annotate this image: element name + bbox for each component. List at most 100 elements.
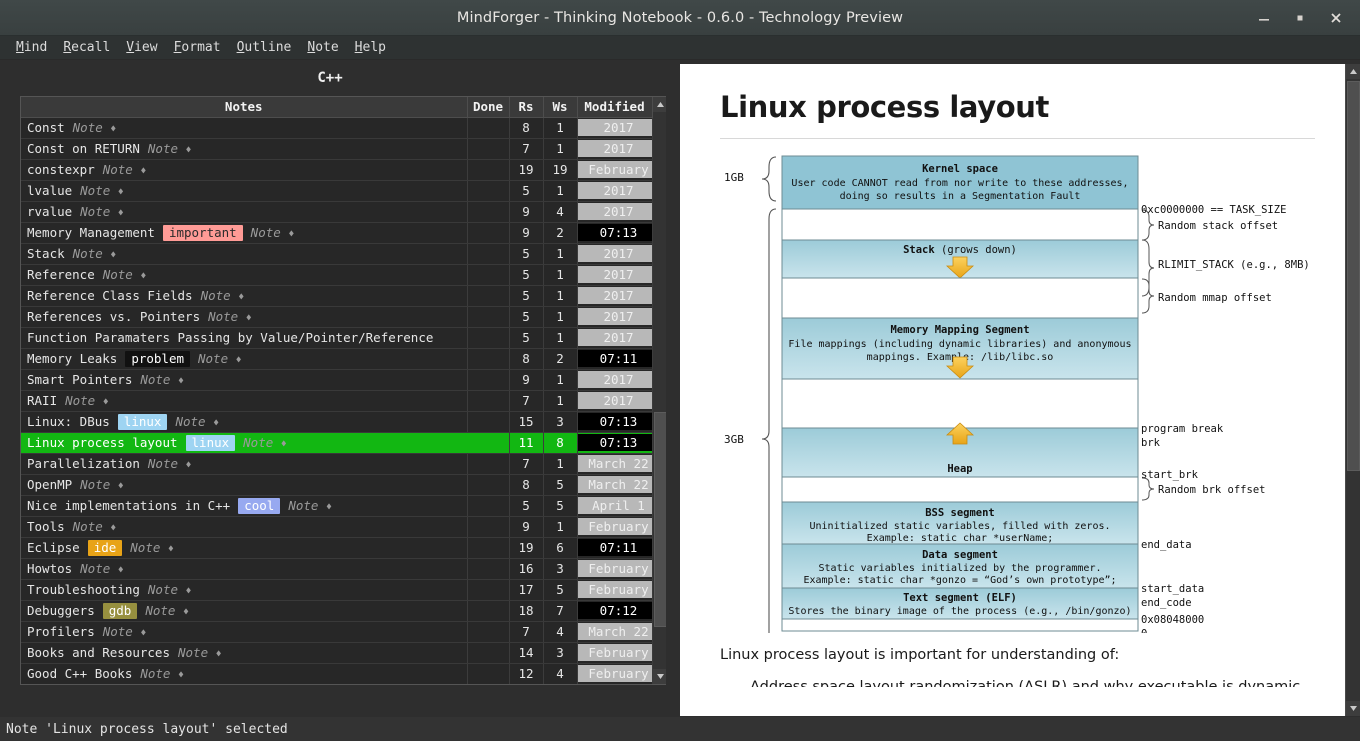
close-button[interactable]	[1318, 1, 1354, 35]
notes-vertical-scrollbar[interactable]	[652, 97, 666, 684]
table-row[interactable]: Smart Pointers Note ♦ 9 1 2017	[21, 369, 653, 391]
table-row[interactable]: Books and Resources Note ♦ 14 3 February	[21, 642, 653, 664]
note-tag: linux	[185, 434, 236, 451]
table-row[interactable]: Linux: DBus linux Note ♦ 15 3 07:13	[21, 411, 653, 433]
table-row[interactable]: Memory Leaks problem Note ♦ 8 2 07:11	[21, 348, 653, 370]
table-row[interactable]: Stack Note ♦ 5 1 2017	[21, 243, 653, 265]
note-done-cell	[467, 159, 510, 181]
note-type-label: Note ♦	[200, 288, 245, 303]
table-row[interactable]: Profilers Note ♦ 7 4 March 22	[21, 621, 653, 643]
note-type-label: Note ♦	[288, 497, 332, 513]
note-name-cell[interactable]: Smart Pointers Note ♦	[21, 369, 468, 391]
note-name-cell[interactable]: constexpr Note ♦	[21, 159, 468, 181]
table-row[interactable]: Offline DocumentationNote ♦44Wednesday	[21, 684, 652, 685]
table-row[interactable]: Memory Management important Note ♦ 9 2 07:13	[21, 222, 653, 244]
note-name-cell[interactable]: Tools Note ♦	[21, 516, 468, 538]
note-name-cell[interactable]: Memory Management important Note ♦	[21, 222, 468, 244]
note-name-cell[interactable]: Linux: DBus linux Note ♦	[21, 411, 468, 433]
menu-format[interactable]: Format	[166, 38, 229, 57]
table-row[interactable]: Good C++ Books Note ♦ 12 4 February	[21, 663, 653, 684]
table-row[interactable]: Const Note ♦ 8 1 2017	[21, 117, 653, 139]
note-vertical-scrollbar[interactable]	[1345, 64, 1360, 716]
maximize-button[interactable]	[1282, 1, 1318, 35]
note-name-cell[interactable]: Memory Leaks problem Note ♦	[21, 348, 468, 370]
column-header-done[interactable]: Done	[467, 97, 510, 118]
note-name-cell[interactable]: Profilers Note ♦	[21, 621, 468, 643]
scroll-up-icon[interactable]	[653, 97, 666, 112]
table-row[interactable]: RAII Note ♦ 7 1 2017	[21, 390, 653, 412]
note-name-cell[interactable]: Troubleshooting Note ♦	[21, 579, 468, 601]
note-scroll-thumb[interactable]	[1346, 81, 1360, 471]
column-header-modified[interactable]: Modified	[577, 97, 653, 118]
menu-note[interactable]: Note	[299, 38, 346, 57]
column-header-ws[interactable]: Ws	[543, 97, 578, 118]
note-tag: important	[162, 224, 243, 241]
note-name-cell[interactable]: References vs. Pointers Note ♦	[21, 306, 468, 328]
note-name-cell[interactable]: Eclipse ide Note ♦	[21, 537, 468, 559]
column-header-notes[interactable]: Notes	[21, 97, 468, 118]
note-writes-cell: 7	[543, 600, 578, 622]
label-start-brk: start_brk	[1141, 469, 1199, 481]
note-name-cell[interactable]: Function Paramaters Passing by Value/Poi…	[21, 327, 468, 349]
note-name-cell[interactable]: Reference Note ♦	[21, 264, 468, 286]
note-name: Debuggers	[27, 602, 95, 618]
table-row[interactable]: OpenMP Note ♦ 8 5 March 22	[21, 474, 653, 496]
table-row[interactable]: References vs. Pointers Note ♦ 5 1 2017	[21, 306, 653, 328]
note-name-cell[interactable]: OpenMP Note ♦	[21, 474, 468, 496]
note-reads-cell: 9	[509, 222, 544, 244]
note-diamond-icon: ♦	[140, 271, 147, 282]
note-type-label: Note ♦	[80, 204, 124, 219]
table-row[interactable]: Tools Note ♦ 9 1 February	[21, 516, 653, 538]
table-row[interactable]: Nice implementations in C++ cool Note ♦ 5 5 A…	[21, 495, 653, 517]
note-name-cell[interactable]: Reference Class Fields Note ♦	[21, 285, 468, 307]
notes-scroll-track[interactable]	[653, 112, 666, 669]
segment-gap-brk-offset	[781, 476, 1139, 503]
column-header-rs[interactable]: Rs	[509, 97, 544, 118]
table-row[interactable]: lvalue Note ♦ 5 1 2017	[21, 180, 653, 202]
table-row[interactable]: Linux process layout linux Note ♦ 11 8 07:13	[21, 432, 653, 454]
menu-outline[interactable]: Outline	[229, 38, 300, 57]
note-name-cell[interactable]: rvalue Note ♦	[21, 201, 468, 223]
note-scroll-down-icon[interactable]	[1345, 701, 1360, 716]
table-row[interactable]: Troubleshooting Note ♦ 17 5 February	[21, 579, 653, 601]
label-zero: 0	[1141, 628, 1147, 633]
note-name-cell[interactable]: Books and Resources Note ♦	[21, 642, 468, 664]
note-name-cell[interactable]: Nice implementations in C++ cool Note ♦	[21, 495, 468, 517]
note-name-cell[interactable]: Offline DocumentationNote ♦	[21, 684, 467, 685]
note-name-cell[interactable]: Howtos Note ♦	[21, 558, 468, 580]
modified-badge: February	[577, 161, 651, 178]
note-scroll-track[interactable]	[1345, 79, 1360, 701]
notes-scroll-thumb[interactable]	[654, 412, 666, 627]
note-done-cell	[467, 621, 510, 643]
menu-help[interactable]: Help	[347, 38, 394, 57]
note-name-cell[interactable]: Const Note ♦	[21, 117, 468, 139]
status-message: Note 'Linux process layout' selected	[6, 721, 288, 737]
note-name-cell[interactable]: Const on RETURN Note ♦	[21, 138, 468, 160]
table-row[interactable]: Function Paramaters Passing by Value/Poi…	[21, 327, 653, 349]
scroll-down-icon[interactable]	[653, 669, 666, 684]
note-name: lvalue	[27, 183, 73, 198]
table-row[interactable]: Parallelization Note ♦ 7 1 March 22	[21, 453, 653, 475]
note-name: Nice implementations in C++	[27, 497, 231, 513]
menu-view[interactable]: View	[118, 38, 165, 57]
table-row[interactable]: Eclipse ide Note ♦ 19 6 07:11	[21, 537, 653, 559]
note-name-cell[interactable]: lvalue Note ♦	[21, 180, 468, 202]
note-name-cell[interactable]: RAII Note ♦	[21, 390, 468, 412]
minimize-button[interactable]	[1246, 1, 1282, 35]
table-row[interactable]: Const on RETURN Note ♦ 7 1 2017	[21, 138, 653, 160]
table-row[interactable]: Reference Class Fields Note ♦ 5 1 2017	[21, 285, 653, 307]
table-row[interactable]: Reference Note ♦ 5 1 2017	[21, 264, 653, 286]
note-name-cell[interactable]: Stack Note ♦	[21, 243, 468, 265]
note-name-cell[interactable]: Parallelization Note ♦	[21, 453, 468, 475]
table-row[interactable]: Debuggers gdb Note ♦ 18 7 07:12	[21, 600, 653, 622]
note-name-cell[interactable]: Linux process layout linux Note ♦	[21, 432, 468, 454]
note-name-cell[interactable]: Debuggers gdb Note ♦	[21, 600, 468, 622]
menu-mind[interactable]: Mind	[8, 38, 55, 57]
table-row[interactable]: Howtos Note ♦ 16 3 February	[21, 558, 653, 580]
table-row[interactable]: rvalue Note ♦ 9 4 2017	[21, 201, 653, 223]
table-row[interactable]: constexpr Note ♦ 19 19 February	[21, 159, 653, 181]
modified-badge: 2017	[577, 329, 651, 346]
note-scroll-up-icon[interactable]	[1345, 64, 1360, 79]
note-name-cell[interactable]: Good C++ Books Note ♦	[21, 663, 468, 684]
menu-recall[interactable]: Recall	[55, 38, 118, 57]
